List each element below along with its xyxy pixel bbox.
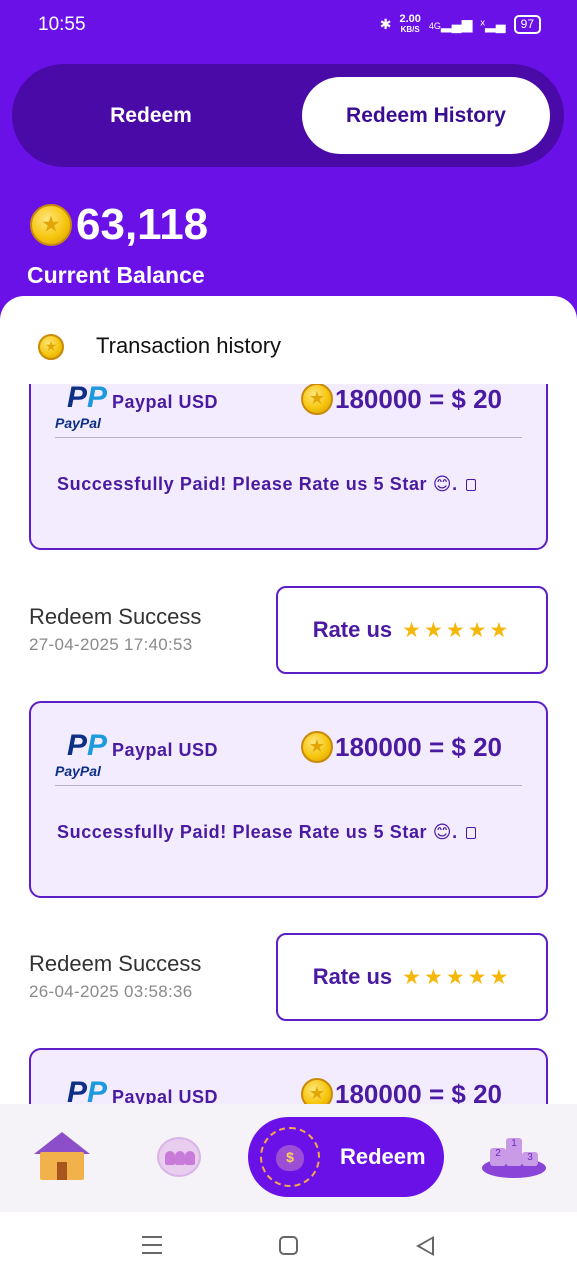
menu-icon[interactable]	[142, 1236, 162, 1254]
entry-date: 27-04-2025 17:40:53	[29, 635, 193, 654]
payment-message-text: Successfully Paid! Please Rate us 5 Star…	[57, 822, 458, 842]
network-type: 4G	[428, 21, 441, 31]
divider	[55, 785, 522, 786]
paypal-logo: PP PayPal	[55, 384, 108, 431]
divider	[55, 437, 522, 438]
system-nav-bar	[0, 1212, 577, 1280]
payment-method: Paypal USD	[112, 1087, 219, 1104]
payment-card: PP PayPal Paypal USD 180000 = $ 20 Succe…	[29, 701, 548, 898]
payment-card: PP PayPal Paypal USD 180000 = $ 20 Succe…	[29, 384, 548, 550]
payment-amount: 180000 = $ 20	[335, 384, 502, 414]
coin-icon	[301, 384, 333, 415]
speed-value: 2.00	[399, 13, 421, 25]
transaction-list[interactable]: PP PayPal Paypal USD 180000 = $ 20 Succe…	[0, 384, 577, 1104]
payment-method: Paypal USD	[112, 740, 219, 760]
network-speed: 2.00 KB/S	[399, 14, 420, 35]
payment-card: PP PayPal Paypal USD 180000 = $ 20	[29, 1048, 548, 1104]
rate-us-button[interactable]: Rate us ★★★★★	[276, 586, 548, 674]
battery-icon: 97	[513, 15, 541, 34]
star-icon: ★★★★★	[402, 965, 512, 989]
payment-amount: 180000 = $ 20	[335, 1078, 502, 1105]
paypal-logo-text: PayPal	[55, 415, 101, 431]
rate-us-label: Rate us	[312, 964, 393, 989]
payment-amount: 180000 = $ 20	[335, 731, 502, 762]
coin-icon	[30, 204, 72, 246]
signal-icon-2: ˣ▂▄	[480, 16, 506, 32]
tab-bar: Redeem Redeem History	[12, 64, 564, 167]
payment-message: Successfully Paid! Please Rate us 5 Star…	[57, 822, 476, 843]
signal-icon: 4G▂▄▆	[428, 16, 473, 32]
balance-label: Current Balance	[27, 262, 205, 288]
payment-method: Paypal USD	[112, 392, 219, 412]
nav-redeem-button[interactable]: Redeem	[248, 1117, 444, 1197]
users-icon[interactable]	[157, 1137, 201, 1177]
tab-redeem[interactable]: Redeem	[28, 77, 274, 154]
history-header	[0, 300, 577, 384]
section-title: Transaction history	[96, 333, 282, 358]
status-bar: 10:55 ✱ 2.00 KB/S 4G▂▄▆ ˣ▂▄ 97	[0, 0, 577, 52]
payment-amount-row: 180000 = $ 20	[301, 384, 502, 415]
star-icon: ★★★★★	[402, 618, 512, 642]
coin-icon	[301, 1078, 333, 1104]
entry-date: 26-04-2025 03:58:36	[29, 982, 193, 1001]
payment-amount-row: 180000 = $ 20	[301, 1078, 502, 1104]
paypal-logo: PP PayPal	[55, 729, 108, 779]
podium-icon[interactable]: 2 1 3	[482, 1134, 546, 1178]
house-icon[interactable]	[32, 1132, 92, 1182]
back-icon[interactable]	[416, 1236, 434, 1256]
status-icons: ✱ 2.00 KB/S 4G▂▄▆ ˣ▂▄ 97	[380, 14, 541, 35]
payment-message-text: Successfully Paid! Please Rate us 5 Star…	[57, 474, 458, 494]
paypal-logo: PP PayPal	[67, 1076, 108, 1104]
bottom-nav: Redeem 2 1 3	[0, 1104, 577, 1212]
payment-amount-row: 180000 = $ 20	[301, 731, 502, 763]
status-time: 10:55	[38, 14, 86, 35]
payment-message: Successfully Paid! Please Rate us 5 Star…	[57, 474, 476, 495]
entry-title: Redeem Success	[29, 951, 202, 976]
money-bag-icon	[260, 1127, 320, 1187]
paypal-logo-text: PayPal	[55, 763, 101, 779]
rate-us-label: Rate us	[312, 617, 393, 642]
copy-icon[interactable]	[465, 479, 476, 491]
coin-icon	[38, 334, 64, 360]
rate-us-button[interactable]: Rate us ★★★★★	[276, 933, 548, 1021]
tab-redeem-history[interactable]: Redeem History	[302, 77, 550, 154]
copy-icon[interactable]	[465, 827, 476, 839]
balance-value: 63,118	[76, 200, 209, 249]
nav-redeem-label: Redeem	[340, 1144, 426, 1169]
coin-icon	[301, 731, 333, 763]
speed-unit: KB/S	[400, 25, 420, 34]
balance-row: 63,118	[30, 200, 208, 250]
bluetooth-icon: ✱	[379, 16, 392, 32]
home-icon[interactable]	[279, 1236, 298, 1255]
entry-title: Redeem Success	[29, 604, 202, 629]
